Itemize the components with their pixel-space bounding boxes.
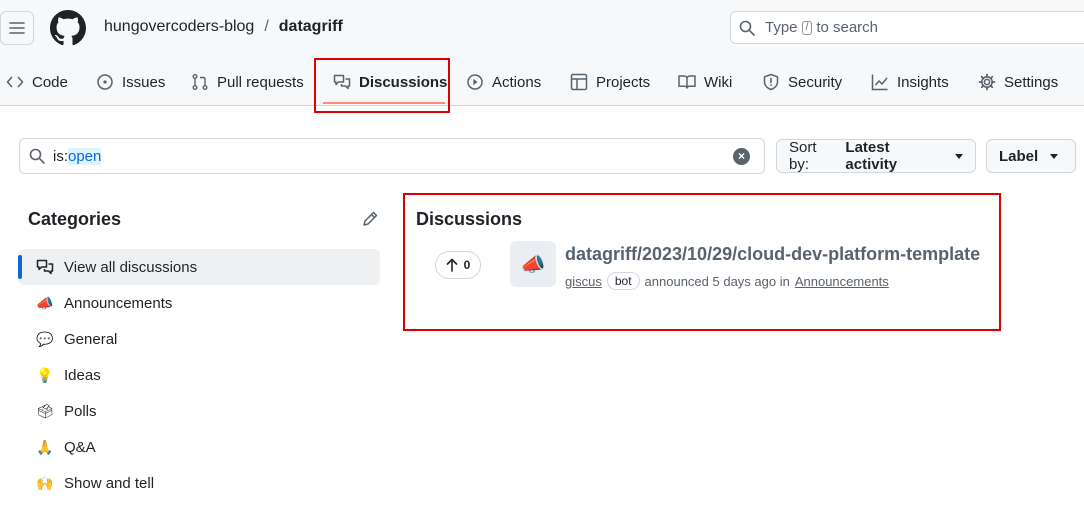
book-icon — [678, 75, 696, 89]
tab-security[interactable]: Security — [762, 70, 842, 94]
sort-by-button[interactable]: Sort by: Latest activity — [776, 139, 976, 173]
category-general[interactable]: 💬 General — [18, 321, 380, 357]
pull-request-icon — [192, 74, 208, 90]
category-label: General — [64, 330, 118, 348]
tab-wiki[interactable]: Wiki — [678, 70, 732, 94]
category-show-and-tell[interactable]: 🙌 Show and tell — [18, 465, 380, 501]
tab-projects[interactable]: Projects — [570, 70, 650, 94]
category-label: Polls — [64, 402, 97, 420]
clear-filter-icon[interactable]: × — [733, 148, 750, 165]
tab-security-label: Security — [788, 73, 843, 91]
search-placeholder-end: to search — [816, 19, 879, 36]
breadcrumb-separator: / — [264, 18, 269, 35]
tab-pull-requests-label: Pull requests — [217, 73, 304, 91]
discussions-tab-highlight-box — [314, 58, 450, 113]
tab-settings[interactable]: Settings — [978, 70, 1058, 94]
speech-bubble-icon: 💬 — [36, 330, 54, 347]
gear-icon — [978, 73, 996, 91]
tab-code-label: Code — [32, 73, 68, 91]
label-button-text: Label — [999, 147, 1039, 165]
repo-tabs: Code Issues Pull requests Discussions Ac… — [0, 56, 1084, 106]
sort-by-label: Sort by: — [789, 139, 817, 173]
breadcrumb-owner[interactable]: hungovercoders-blog — [104, 18, 254, 36]
breadcrumb: hungovercoders-blog / datagriff — [104, 18, 343, 36]
discussions-highlight-box — [403, 193, 1001, 331]
category-label: Show and tell — [64, 474, 155, 492]
label-button[interactable]: Label — [986, 139, 1076, 173]
code-icon — [6, 76, 24, 88]
categories-title: Categories — [28, 209, 122, 229]
tab-insights[interactable]: Insights — [871, 70, 949, 94]
github-logo-icon[interactable] — [50, 10, 86, 46]
chevron-down-icon — [1050, 153, 1059, 159]
app-header: hungovercoders-blog / datagriff Type / t… — [0, 0, 1084, 56]
category-label: Ideas — [64, 366, 101, 384]
global-search-input[interactable]: Type / to search — [730, 11, 1084, 44]
breadcrumb-repo[interactable]: datagriff — [279, 18, 343, 36]
tab-insights-label: Insights — [897, 73, 949, 91]
discussion-icon — [36, 259, 54, 275]
tab-code[interactable]: Code — [6, 70, 68, 94]
category-view-all[interactable]: View all discussions — [18, 249, 380, 285]
search-icon — [739, 20, 755, 36]
sort-by-value: Latest activity — [845, 139, 898, 173]
search-icon — [29, 148, 45, 164]
category-announcements[interactable]: 📣 Announcements — [18, 285, 380, 321]
play-icon — [467, 74, 483, 90]
praying-hands-icon: 🙏 — [36, 438, 54, 455]
tab-wiki-label: Wiki — [704, 73, 733, 91]
issue-icon — [97, 74, 113, 90]
graph-icon — [871, 74, 888, 91]
tab-projects-label: Projects — [596, 73, 651, 91]
category-label: View all discussions — [64, 258, 198, 276]
tab-actions[interactable]: Actions — [466, 70, 541, 94]
menu-button[interactable] — [0, 11, 34, 45]
ballot-box-icon: 🗳 — [36, 402, 54, 419]
category-qa[interactable]: 🙏 Q&A — [18, 429, 380, 465]
megaphone-icon: 📣 — [36, 294, 54, 311]
discussions-filter-input[interactable]: is: open × — [19, 138, 765, 174]
shield-icon — [763, 73, 779, 91]
search-shortcut-key: / — [801, 20, 813, 35]
tab-actions-label: Actions — [492, 73, 542, 91]
search-placeholder-start: Type — [765, 19, 798, 36]
category-label: Q&A — [64, 438, 96, 456]
category-polls[interactable]: 🗳 Polls — [18, 393, 380, 429]
tab-issues-label: Issues — [122, 73, 166, 91]
chevron-down-icon — [955, 153, 963, 159]
raised-hands-icon: 🙌 — [36, 474, 54, 491]
categories-list: View all discussions 📣 Announcements 💬 G… — [18, 249, 380, 501]
category-ideas[interactable]: 💡 Ideas — [18, 357, 380, 393]
category-label: Announcements — [64, 294, 173, 312]
tab-settings-label: Settings — [1004, 73, 1059, 91]
filter-query-key: is: — [53, 147, 68, 165]
tab-issues[interactable]: Issues — [96, 70, 165, 94]
pencil-icon[interactable] — [361, 210, 379, 228]
hamburger-icon — [9, 22, 25, 34]
lightbulb-icon: 💡 — [36, 366, 54, 383]
tab-pull-requests[interactable]: Pull requests — [191, 70, 304, 94]
filter-query-value: open — [68, 147, 102, 165]
table-icon — [570, 73, 588, 91]
